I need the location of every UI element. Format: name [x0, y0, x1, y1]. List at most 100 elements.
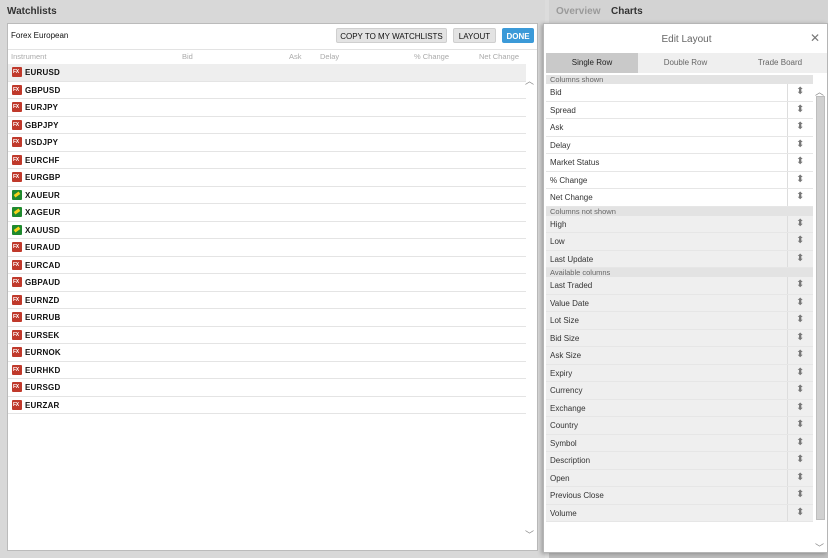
table-row[interactable]: EURGBP [8, 169, 526, 187]
drag-handle-icon[interactable] [787, 312, 813, 329]
list-item[interactable]: Volume [546, 504, 813, 522]
metal-icon [12, 224, 22, 235]
table-row[interactable]: XAUUSD [8, 222, 526, 239]
table-row[interactable]: EURNZD [8, 292, 526, 309]
column-header-net-change[interactable]: Net Change [479, 52, 519, 61]
drag-handle-icon[interactable] [787, 417, 813, 434]
table-row[interactable]: EURSEK [8, 327, 526, 344]
edit-layout-dialog: Edit Layout ✕ Single Row Double Row Trad… [543, 23, 828, 553]
list-item[interactable]: Net Change [546, 189, 813, 207]
table-row[interactable]: EURUSD [8, 64, 526, 82]
list-item[interactable]: Low [546, 233, 813, 251]
column-header-bid[interactable]: Bid [182, 52, 193, 61]
drag-handle-icon[interactable] [787, 294, 813, 311]
drag-handle-icon[interactable] [787, 101, 813, 118]
list-item[interactable]: Description [546, 452, 813, 470]
table-row[interactable]: GBPUSD [8, 82, 526, 99]
column-label: Expiry [550, 368, 573, 378]
scrollbar-thumb[interactable] [816, 96, 825, 520]
drag-handle-icon[interactable] [787, 154, 813, 171]
drag-handle-icon[interactable] [787, 487, 813, 504]
drag-handle-icon[interactable] [787, 504, 813, 521]
done-button[interactable]: DONE [502, 28, 534, 43]
table-row[interactable]: GBPJPY [8, 117, 526, 134]
tab-single-row[interactable]: Single Row [546, 53, 638, 73]
list-item[interactable]: Ask Size [546, 347, 813, 365]
scroll-up-icon[interactable]: ︿ [525, 74, 534, 87]
column-header-delay[interactable]: Delay [320, 52, 339, 61]
drag-handle-icon[interactable] [787, 452, 813, 469]
table-row[interactable]: EURCAD [8, 257, 526, 274]
copy-to-my-watchlists-button[interactable]: COPY TO MY WATCHLISTS [336, 28, 447, 43]
drag-handle-icon[interactable] [787, 119, 813, 136]
table-row[interactable]: EURSGD [8, 379, 526, 397]
table-row[interactable]: EURRUB [8, 309, 526, 327]
table-row[interactable]: EURCHF [8, 152, 526, 169]
column-label: Last Update [550, 254, 594, 264]
table-row[interactable]: GBPAUD [8, 274, 526, 292]
tab-trade-board[interactable]: Trade Board [733, 53, 827, 73]
drag-handle-icon[interactable] [787, 250, 813, 267]
table-row[interactable]: EURJPY [8, 99, 526, 117]
fx-icon [12, 154, 22, 165]
list-item[interactable]: Value Date [546, 294, 813, 312]
list-item[interactable]: Currency [546, 382, 813, 400]
list-item[interactable]: Last Traded [546, 277, 813, 295]
drag-handle-icon[interactable] [787, 189, 813, 206]
list-item[interactable]: Ask [546, 119, 813, 137]
list-item[interactable]: Open [546, 469, 813, 487]
drag-handle-icon[interactable] [787, 434, 813, 451]
list-item[interactable]: Delay [546, 136, 813, 154]
list-item[interactable]: Last Update [546, 250, 813, 268]
close-icon[interactable]: ✕ [810, 31, 820, 45]
list-item[interactable]: Country [546, 417, 813, 435]
drag-handle-icon[interactable] [787, 382, 813, 399]
list-item[interactable]: % Change [546, 171, 813, 189]
drag-handle-icon[interactable] [787, 136, 813, 153]
scroll-down-icon[interactable]: ﹀ [525, 528, 534, 541]
list-item[interactable]: Symbol [546, 434, 813, 452]
table-row[interactable]: EURNOK [8, 344, 526, 362]
layout-button[interactable]: LAYOUT [453, 28, 496, 43]
tab-double-row[interactable]: Double Row [639, 53, 732, 73]
instrument-symbol: XAGEUR [25, 208, 61, 217]
list-item[interactable]: Exchange [546, 399, 813, 417]
list-item[interactable]: High [546, 215, 813, 233]
list-item[interactable]: Bid Size [546, 329, 813, 347]
table-row[interactable]: XAGEUR [8, 204, 526, 222]
drag-handle-icon[interactable] [787, 347, 813, 364]
tab-overview[interactable]: Overview [556, 6, 600, 17]
list-item[interactable]: Spread [546, 101, 813, 119]
list-item[interactable]: Bid [546, 84, 813, 102]
watchlists-title: Watchlists [7, 6, 57, 17]
list-item[interactable]: Lot Size [546, 312, 813, 330]
right-tab-bar: Overview Charts [549, 0, 828, 23]
drag-handle-icon[interactable] [787, 364, 813, 381]
list-item[interactable]: Expiry [546, 364, 813, 382]
column-label: Ask Size [550, 351, 582, 360]
drag-handle-icon[interactable] [787, 399, 813, 416]
table-row[interactable]: USDJPY [8, 134, 526, 152]
table-row[interactable]: EURAUD [8, 239, 526, 257]
table-row[interactable]: XAUEUR [8, 187, 526, 204]
drag-handle-icon[interactable] [787, 84, 813, 101]
table-row[interactable]: EURHKD [8, 362, 526, 379]
column-header-change-percent[interactable]: % Change [414, 52, 449, 61]
drag-handle-icon[interactable] [787, 277, 813, 294]
list-item[interactable]: Previous Close [546, 487, 813, 505]
drag-handle-icon[interactable] [787, 469, 813, 486]
drag-handle-icon[interactable] [787, 215, 813, 232]
scroll-down-icon[interactable]: ﹀ [815, 541, 824, 554]
column-label: Previous Close [550, 491, 604, 500]
tab-charts[interactable]: Charts [611, 6, 643, 17]
drag-handle-icon[interactable] [787, 329, 813, 346]
drag-handle-icon[interactable] [787, 171, 813, 188]
list-item[interactable]: Market Status [546, 154, 813, 172]
table-row[interactable]: EURZAR [8, 397, 526, 414]
watchlists-panel: Watchlists Forex European COPY TO MY WAT… [0, 0, 545, 558]
column-header-instrument[interactable]: Instrument [11, 52, 46, 61]
column-header-ask[interactable]: Ask [289, 52, 302, 61]
drag-handle-icon[interactable] [787, 233, 813, 250]
dialog-scrollbar[interactable]: ︿ ﹀ [815, 85, 826, 553]
instrument-symbol: EURCHF [25, 155, 60, 165]
